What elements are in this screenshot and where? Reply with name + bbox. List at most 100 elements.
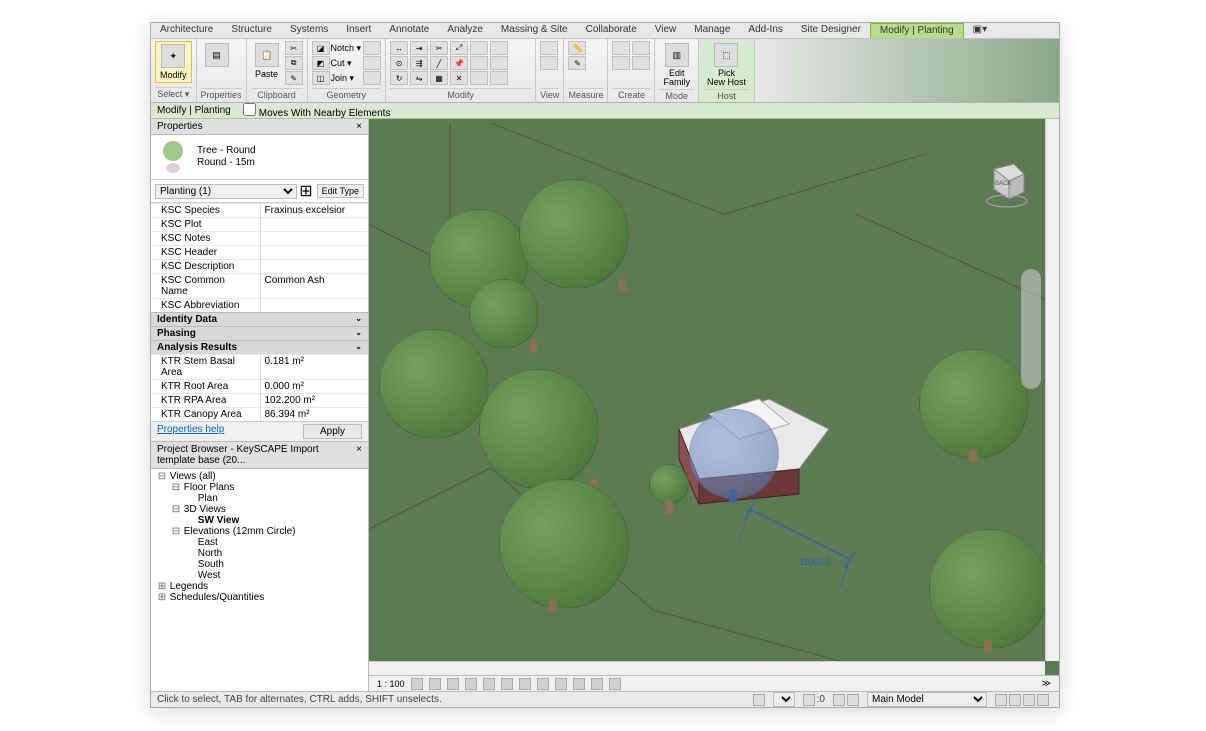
vb-crop[interactable]: [501, 678, 513, 690]
prop-group-header[interactable]: Phasing⌄: [151, 326, 368, 340]
tab-manage[interactable]: Manage: [685, 23, 739, 38]
vb-constraints[interactable]: [609, 678, 621, 690]
selected-tree[interactable]: [689, 409, 779, 499]
delete-button[interactable]: ✕: [450, 71, 468, 85]
vb-shadow[interactable]: [465, 678, 477, 690]
tab-end-arrow[interactable]: ▣▾: [964, 23, 996, 38]
apply-button[interactable]: Apply: [303, 424, 362, 439]
sb-filter-3[interactable]: [1023, 694, 1035, 706]
sb-exclude[interactable]: [803, 694, 815, 706]
viewcube[interactable]: BACK: [979, 159, 1029, 209]
tree-node[interactable]: ⊟ 3D Views: [153, 504, 366, 515]
vb-analytical[interactable]: [591, 678, 603, 690]
join-button[interactable]: ◫: [312, 71, 330, 85]
vb-temp[interactable]: [555, 678, 567, 690]
vb-render[interactable]: [483, 678, 495, 690]
project-browser-close[interactable]: ×: [356, 444, 362, 466]
tree-node[interactable]: Plan: [153, 493, 366, 504]
tab-architecture[interactable]: Architecture: [151, 23, 222, 38]
geom-extra-3[interactable]: [363, 71, 381, 85]
view-btn-1[interactable]: [540, 41, 558, 55]
prop-row[interactable]: KSC Common NameCommon Ash: [151, 273, 368, 298]
tree-node[interactable]: North: [153, 548, 366, 559]
vb-visual[interactable]: [429, 678, 441, 690]
navigation-bar[interactable]: [1021, 269, 1041, 389]
create-btn-3[interactable]: [632, 41, 650, 55]
create-btn-4[interactable]: [632, 56, 650, 70]
modify-button[interactable]: ✦ Modify: [155, 41, 192, 83]
tree-node[interactable]: West: [153, 570, 366, 581]
sb-filter-1[interactable]: [995, 694, 1007, 706]
mod-extra-1[interactable]: [470, 41, 488, 55]
tree-node[interactable]: SW View: [153, 515, 366, 526]
prop-row[interactable]: KSC Plot: [151, 217, 368, 231]
vb-detail[interactable]: [411, 678, 423, 690]
properties-grid[interactable]: KSC SpeciesFraxinus excelsiorKSC PlotKSC…: [151, 203, 368, 421]
measure-btn-2[interactable]: ✎: [568, 56, 586, 70]
vb-crop2[interactable]: [519, 678, 531, 690]
vb-sun[interactable]: [447, 678, 459, 690]
edit-type-button[interactable]: Edit Type: [317, 184, 364, 198]
geom-extra-2[interactable]: [363, 56, 381, 70]
sb-editable2[interactable]: [847, 694, 859, 706]
tab-annotate[interactable]: Annotate: [380, 23, 438, 38]
vb-arrow[interactable]: ≫: [1042, 678, 1051, 689]
scale-button[interactable]: ⤢: [450, 41, 468, 55]
offset-button[interactable]: ⇶: [410, 56, 428, 70]
tree-node[interactable]: East: [153, 537, 366, 548]
prop-row[interactable]: KSC Abbreviation: [151, 298, 368, 312]
tab-modify-planting[interactable]: Modify | Planting: [870, 23, 964, 38]
vb-lock[interactable]: [537, 678, 549, 690]
tab-analyze[interactable]: Analyze: [438, 23, 492, 38]
mirror-button[interactable]: ⇋: [410, 71, 428, 85]
tab-insert[interactable]: Insert: [337, 23, 380, 38]
project-browser-tree[interactable]: ⊟ Views (all)⊟ Floor Plans Plan⊟ 3D View…: [151, 469, 368, 691]
sb-model-select[interactable]: Main Model: [867, 692, 987, 707]
array-button[interactable]: ▦: [430, 71, 448, 85]
paste-button[interactable]: 📋 Paste: [251, 41, 283, 81]
properties-button[interactable]: ▤: [201, 41, 233, 71]
tab-systems[interactable]: Systems: [281, 23, 337, 38]
move-button[interactable]: ↔: [390, 41, 408, 55]
prop-group-header[interactable]: Analysis Results⌄: [151, 340, 368, 354]
copy-mod-button[interactable]: ⊙: [390, 56, 408, 70]
tab-addins[interactable]: Add-Ins: [739, 23, 791, 38]
tree-node[interactable]: ⊞ Schedules/Quantities: [153, 592, 366, 603]
prop-row[interactable]: KTR Root Area0.000 m²: [151, 379, 368, 393]
cut-button[interactable]: ✂: [285, 41, 303, 55]
tab-site-designer[interactable]: Site Designer: [792, 23, 870, 38]
copy-button[interactable]: ⧉: [285, 56, 303, 70]
viewport-scrollbar-h[interactable]: [369, 661, 1045, 675]
prop-row[interactable]: KSC SpeciesFraxinus excelsior: [151, 203, 368, 217]
prop-row[interactable]: KSC Header: [151, 245, 368, 259]
properties-close[interactable]: ×: [356, 121, 362, 132]
properties-help-link[interactable]: Properties help: [157, 424, 224, 439]
tree-node[interactable]: ⊞ Legends: [153, 581, 366, 592]
sb-worksets[interactable]: [753, 694, 765, 706]
geom-extra-1[interactable]: [363, 41, 381, 55]
mod-extra-5[interactable]: [490, 56, 508, 70]
scale-display[interactable]: 1 : 100: [377, 679, 405, 689]
category-filter[interactable]: Planting (1): [155, 184, 297, 199]
pick-new-host-button[interactable]: ⬚ Pick New Host: [703, 41, 750, 89]
align-button[interactable]: ⇥: [410, 41, 428, 55]
dimension-value[interactable]: 11000.0: [799, 557, 831, 567]
view-btn-2[interactable]: [540, 56, 558, 70]
3d-canvas[interactable]: — ▢ ×: [369, 119, 1059, 675]
tree-node[interactable]: ⊟ Floor Plans: [153, 482, 366, 493]
mod-extra-4[interactable]: [490, 41, 508, 55]
edit-family-button[interactable]: ▥ Edit Family: [659, 41, 694, 89]
match-button[interactable]: ✎: [285, 71, 303, 85]
mod-extra-2[interactable]: [470, 56, 488, 70]
prop-row[interactable]: KSC Description: [151, 259, 368, 273]
prop-row[interactable]: KSC Notes: [151, 231, 368, 245]
tab-view[interactable]: View: [646, 23, 686, 38]
tree-node[interactable]: ⊟ Elevations (12mm Circle): [153, 526, 366, 537]
prop-row[interactable]: KTR Canopy Area86.394 m²: [151, 407, 368, 421]
mod-extra-6[interactable]: [490, 71, 508, 85]
create-btn-2[interactable]: [612, 56, 630, 70]
viewport-scrollbar-v[interactable]: [1045, 119, 1059, 661]
prop-row[interactable]: KTR Stem Basal Area0.181 m²: [151, 354, 368, 379]
tab-structure[interactable]: Structure: [222, 23, 281, 38]
rotate-button[interactable]: ↻: [390, 71, 408, 85]
